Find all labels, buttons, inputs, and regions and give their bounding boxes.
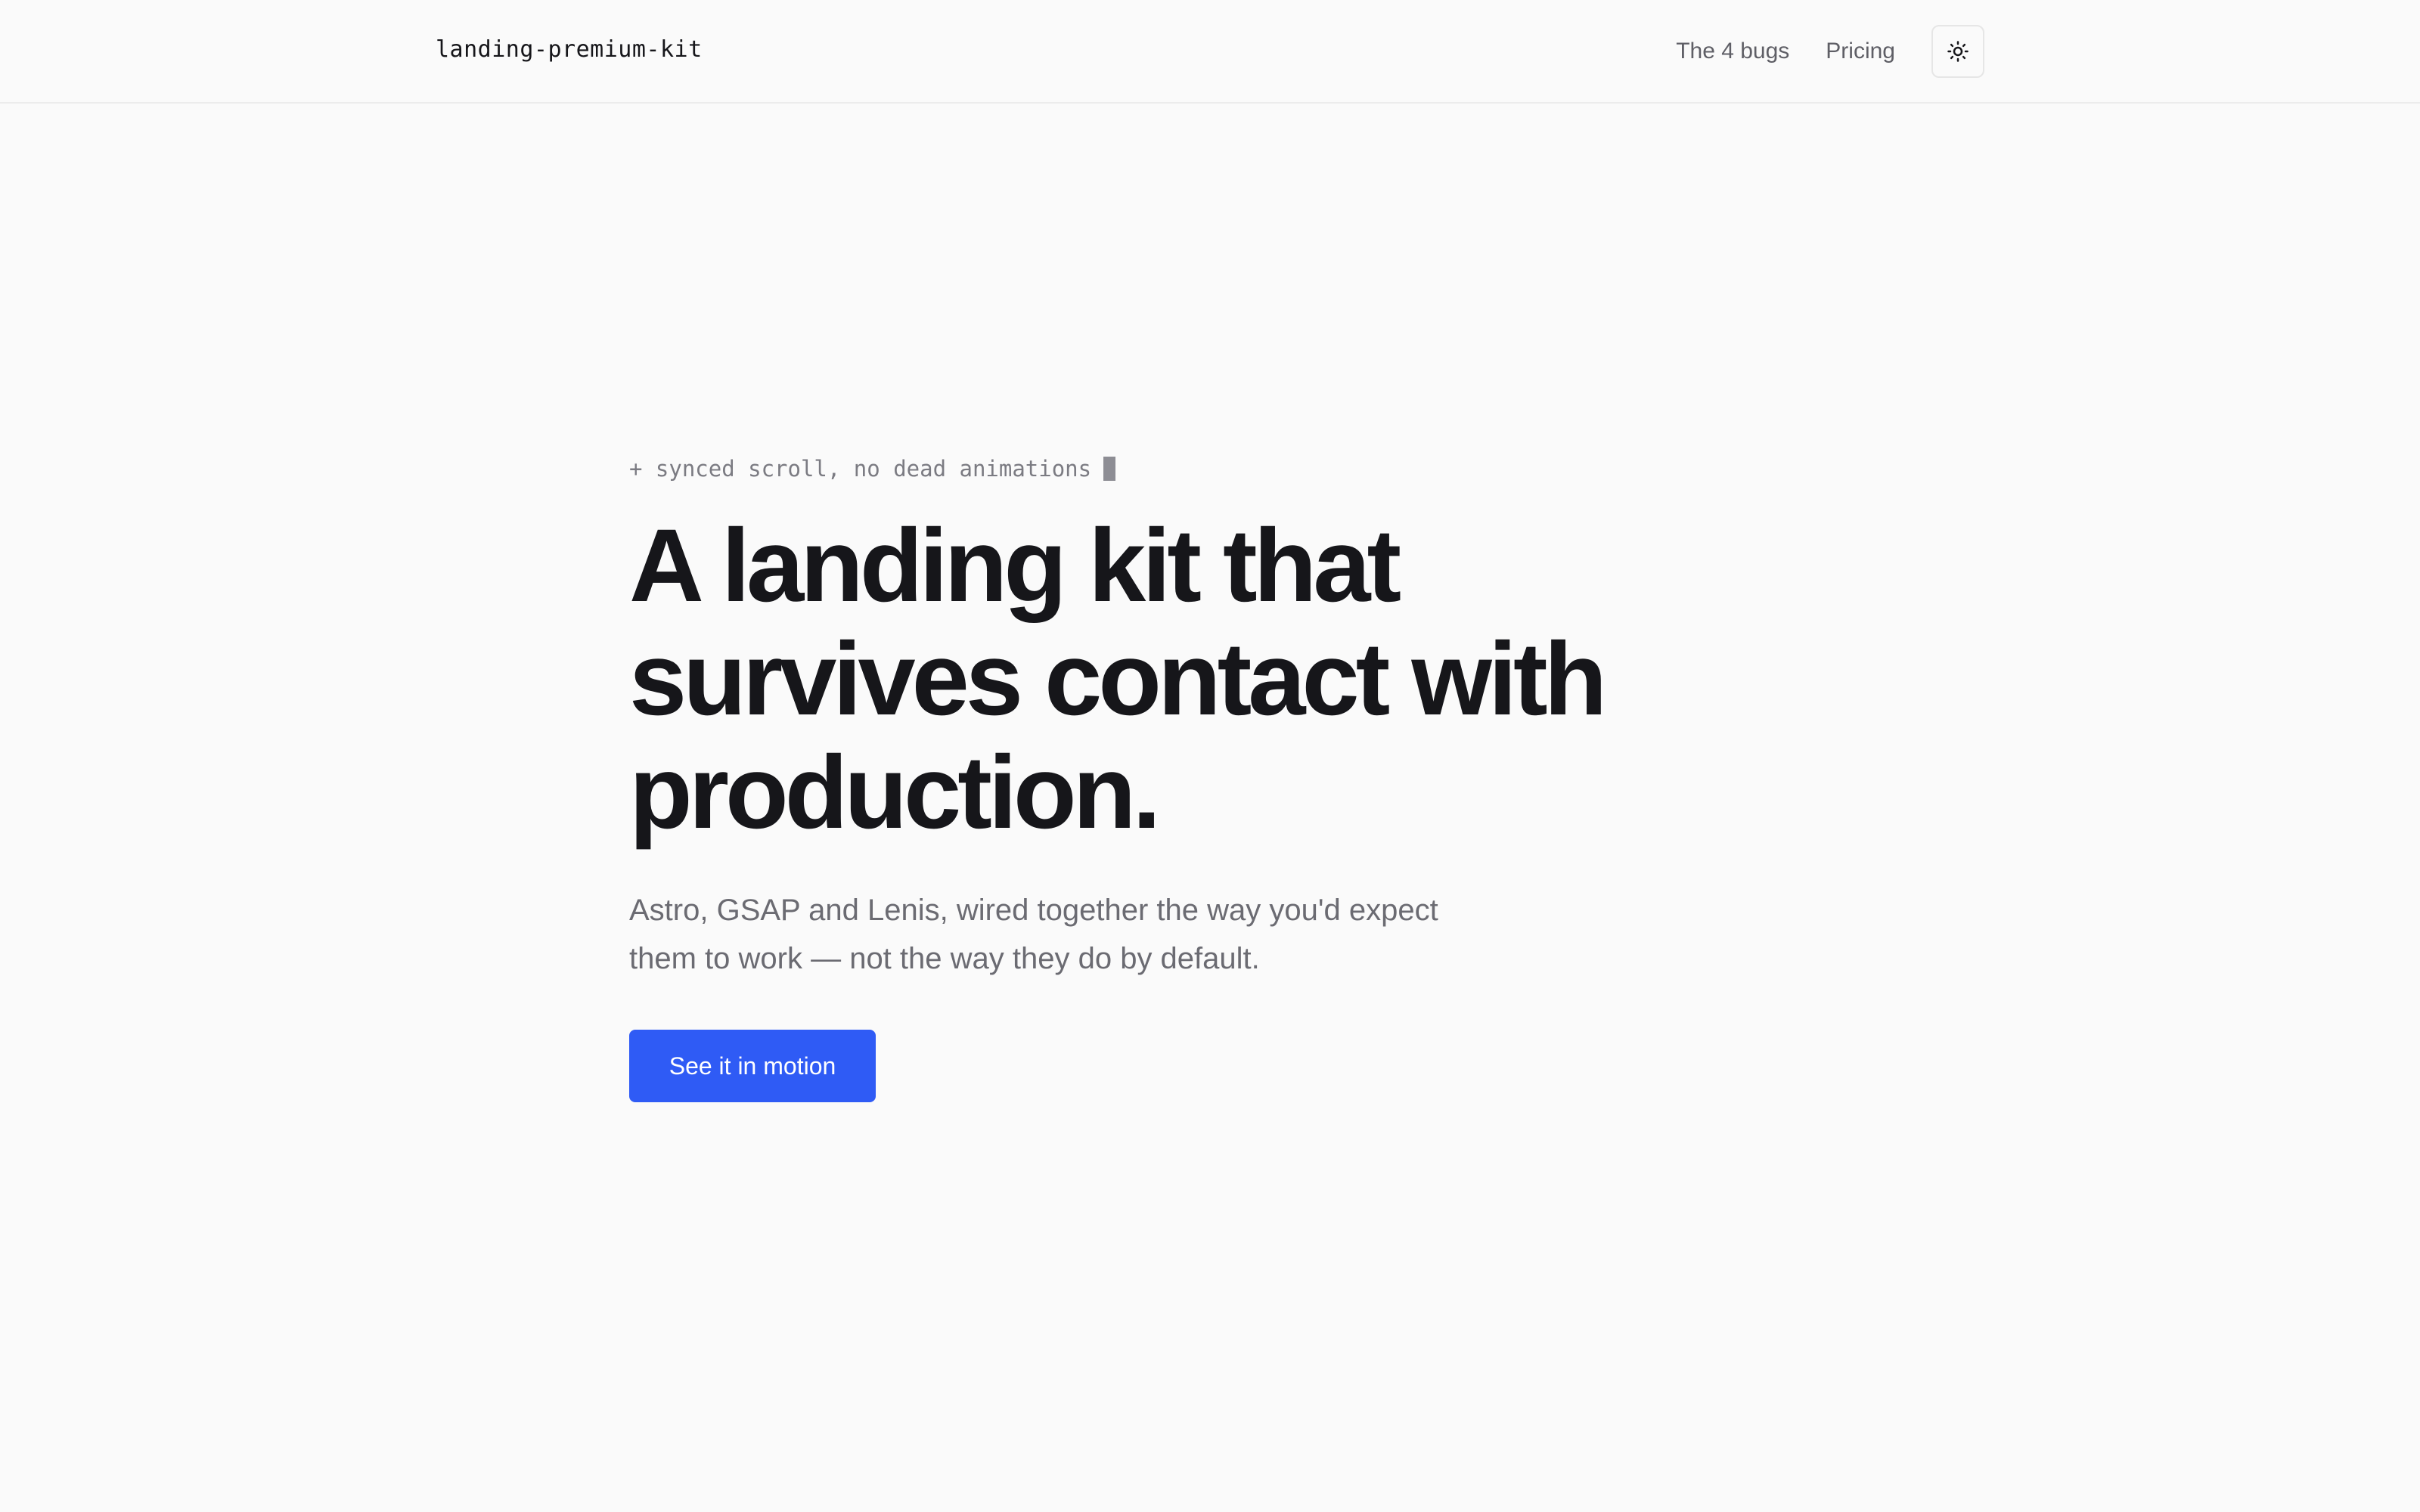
headline-line-1: A landing kit that [629, 508, 1401, 624]
see-it-in-motion-button[interactable]: See it in motion [629, 1030, 876, 1102]
hero-headline: A landing kit that survives contact with… [629, 510, 1839, 850]
site-logo[interactable]: landing-premium-kit [436, 33, 703, 67]
nav-link-the-4-bugs[interactable]: The 4 bugs [1676, 36, 1789, 67]
hero-subtitle: Astro, GSAP and Lenis, wired together th… [629, 886, 1476, 983]
hero-eyebrow: + synced scroll, no dead animations [629, 446, 1839, 491]
typing-cursor [1103, 457, 1116, 481]
eyebrow-text: + synced scroll, no dead animations [629, 456, 1092, 482]
headline-line-3: production. [629, 735, 1161, 850]
nav-link-pricing[interactable]: Pricing [1826, 36, 1895, 67]
theme-toggle-button[interactable] [1931, 25, 1984, 78]
main-nav: The 4 bugs Pricing [1676, 25, 1984, 78]
hero-section: + synced scroll, no dead animations A la… [629, 446, 1839, 1102]
site-header: landing-premium-kit The 4 bugs Pricing [0, 0, 2420, 104]
headline-line-2: survives contact with [629, 621, 1607, 737]
subtitle-line-2: them to work — not the way they do by de… [629, 942, 1260, 975]
subtitle-line-1: Astro, GSAP and Lenis, wired together th… [629, 894, 1438, 927]
sun-icon [1947, 40, 1969, 63]
